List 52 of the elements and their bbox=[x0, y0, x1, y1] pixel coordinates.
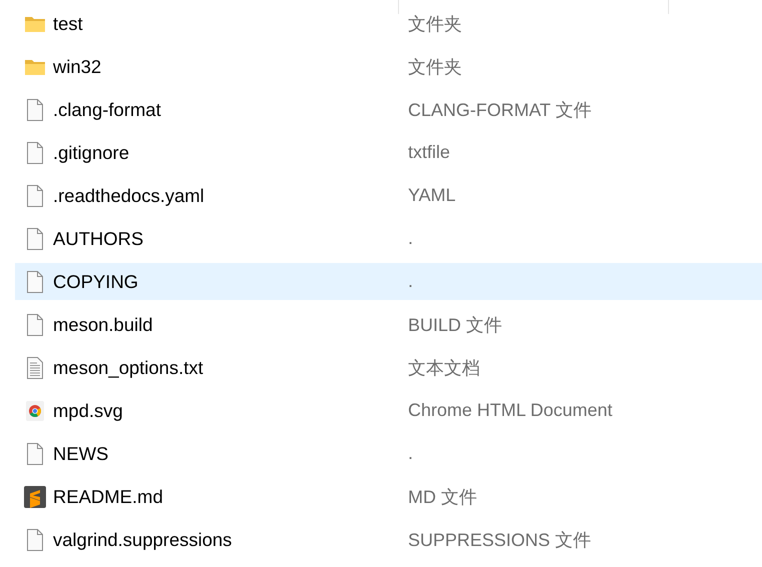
file-icon bbox=[26, 442, 44, 464]
chrome-file-icon bbox=[25, 400, 45, 422]
file-type: . bbox=[408, 271, 414, 292]
file-name: win32 bbox=[53, 56, 102, 78]
file-row[interactable]: README.md MD 文件 bbox=[15, 478, 762, 515]
file-row[interactable]: COPYING . bbox=[15, 263, 762, 300]
file-type: 文件夹 bbox=[408, 56, 462, 78]
file-type: 文本文档 bbox=[408, 356, 480, 380]
file-icon bbox=[26, 314, 44, 336]
file-row[interactable]: .clang-format CLANG-FORMAT 文件 bbox=[15, 91, 762, 128]
file-name: COPYING bbox=[53, 270, 140, 292]
file-name: .clang-format bbox=[53, 98, 162, 120]
text-file-icon bbox=[26, 356, 44, 378]
file-row[interactable]: .readthedocs.yaml YAML bbox=[15, 177, 762, 214]
file-type: txtfile bbox=[408, 142, 450, 163]
file-icon bbox=[26, 142, 44, 164]
file-name: README.md bbox=[53, 486, 164, 508]
file-row[interactable]: .gitignore txtfile bbox=[15, 134, 762, 171]
file-icon bbox=[26, 270, 44, 292]
file-type: SUPPRESSIONS 文件 bbox=[408, 528, 592, 552]
file-type: Chrome HTML Document bbox=[408, 400, 612, 421]
file-icon bbox=[26, 228, 44, 250]
file-row[interactable]: meson.build BUILD 文件 bbox=[15, 306, 762, 343]
file-icon bbox=[26, 528, 44, 550]
file-type: 文件夹 bbox=[408, 12, 462, 36]
file-name: meson.build bbox=[53, 314, 154, 336]
file-row[interactable]: mpd.svg Chrome HTML Document bbox=[15, 392, 762, 429]
file-icon bbox=[26, 184, 44, 206]
folder-icon bbox=[24, 58, 46, 76]
file-type: CLANG-FORMAT 文件 bbox=[408, 98, 592, 122]
file-type: BUILD 文件 bbox=[408, 314, 502, 336]
file-row[interactable]: NEWS . bbox=[15, 435, 762, 472]
file-name: NEWS bbox=[53, 442, 110, 464]
file-icon bbox=[26, 98, 44, 120]
sublime-text-icon bbox=[24, 486, 46, 508]
file-name: valgrind.suppressions bbox=[53, 528, 233, 550]
file-row[interactable]: test 文件夹 bbox=[15, 5, 762, 42]
file-name: AUTHORS bbox=[53, 228, 144, 250]
file-row[interactable]: valgrind.suppressions SUPPRESSIONS 文件 bbox=[15, 521, 762, 558]
file-row[interactable]: AUTHORS . bbox=[15, 220, 762, 257]
file-type: . bbox=[408, 228, 414, 249]
file-name: .gitignore bbox=[53, 142, 130, 164]
file-name: test bbox=[53, 12, 84, 34]
file-type: YAML bbox=[408, 185, 456, 206]
file-name: meson_options.txt bbox=[53, 356, 204, 378]
file-row[interactable]: meson_options.txt 文本文档 bbox=[15, 349, 762, 386]
folder-icon bbox=[24, 14, 46, 32]
file-type: . bbox=[408, 443, 414, 464]
file-type: MD 文件 bbox=[408, 486, 477, 508]
file-name: mpd.svg bbox=[53, 400, 124, 422]
file-row[interactable]: win32 文件夹 bbox=[15, 48, 762, 85]
file-name: .readthedocs.yaml bbox=[53, 184, 206, 206]
